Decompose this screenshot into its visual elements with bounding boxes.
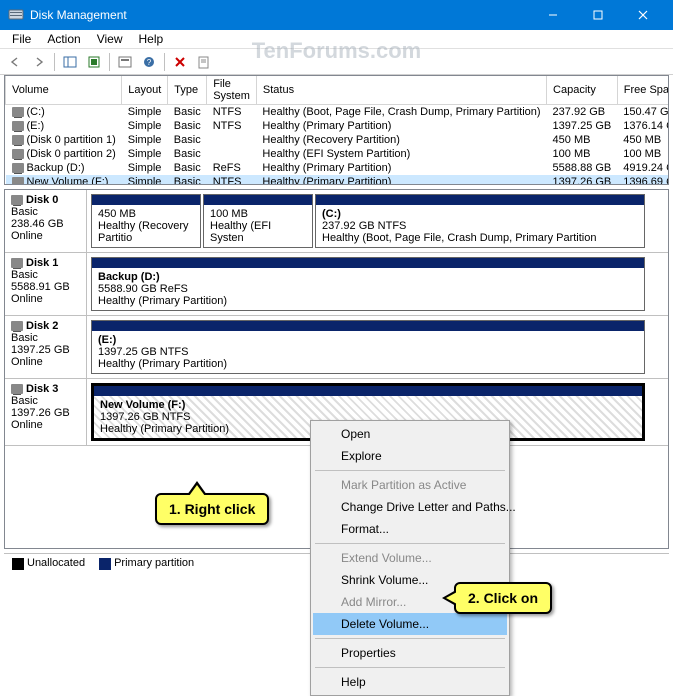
disk-info[interactable]: Disk 0Basic238.46 GBOnline bbox=[5, 190, 87, 252]
menu-item-mark-partition-as-active: Mark Partition as Active bbox=[313, 474, 507, 496]
partition[interactable]: 450 MBHealthy (Recovery Partitio bbox=[91, 194, 201, 248]
col-status[interactable]: Status bbox=[256, 76, 546, 105]
volume-list[interactable]: Volume Layout Type File System Status Ca… bbox=[4, 75, 669, 185]
menu-separator bbox=[315, 667, 505, 668]
col-layout[interactable]: Layout bbox=[122, 76, 168, 105]
menu-bar: File Action View Help bbox=[0, 30, 673, 49]
window-title: Disk Management bbox=[30, 8, 530, 22]
volume-row[interactable]: (C:)SimpleBasicNTFSHealthy (Boot, Page F… bbox=[6, 105, 670, 120]
menu-file[interactable]: File bbox=[4, 30, 39, 48]
volume-row[interactable]: Backup (D:)SimpleBasicReFSHealthy (Prima… bbox=[6, 161, 670, 175]
disk-row: Disk 2Basic1397.25 GBOnline(E:)1397.25 G… bbox=[5, 316, 668, 379]
menu-separator bbox=[315, 543, 505, 544]
menu-separator bbox=[315, 470, 505, 471]
menu-action[interactable]: Action bbox=[39, 30, 88, 48]
context-menu: OpenExplore Mark Partition as ActiveChang… bbox=[310, 420, 510, 696]
menu-item-extend-volume: Extend Volume... bbox=[313, 547, 507, 569]
col-volume[interactable]: Volume bbox=[6, 76, 122, 105]
menu-help[interactable]: Help bbox=[131, 30, 172, 48]
menu-view[interactable]: View bbox=[89, 30, 131, 48]
properties-button[interactable] bbox=[193, 51, 215, 73]
forward-button[interactable] bbox=[28, 51, 50, 73]
close-button[interactable] bbox=[620, 0, 665, 30]
menu-item-change-drive-letter-and-paths[interactable]: Change Drive Letter and Paths... bbox=[313, 496, 507, 518]
menu-item-delete-volume[interactable]: Delete Volume... bbox=[313, 613, 507, 635]
partition[interactable]: (C:)237.92 GB NTFSHealthy (Boot, Page Fi… bbox=[315, 194, 645, 248]
menu-item-explore[interactable]: Explore bbox=[313, 445, 507, 467]
volume-row[interactable]: (E:)SimpleBasicNTFSHealthy (Primary Part… bbox=[6, 119, 670, 133]
col-capacity[interactable]: Capacity bbox=[547, 76, 618, 105]
callout-click-on: 2. Click on bbox=[454, 582, 552, 614]
menu-item-format[interactable]: Format... bbox=[313, 518, 507, 540]
col-free[interactable]: Free Space bbox=[617, 76, 669, 105]
disk-row: Disk 1Basic5588.91 GBOnlineBackup (D:)55… bbox=[5, 253, 668, 316]
partition[interactable]: Backup (D:)5588.90 GB ReFSHealthy (Prima… bbox=[91, 257, 645, 311]
menu-separator bbox=[315, 638, 505, 639]
settings-button[interactable] bbox=[114, 51, 136, 73]
minimize-button[interactable] bbox=[530, 0, 575, 30]
back-button[interactable] bbox=[4, 51, 26, 73]
partition[interactable]: 100 MBHealthy (EFI Systen bbox=[203, 194, 313, 248]
disk-info[interactable]: Disk 2Basic1397.25 GBOnline bbox=[5, 316, 87, 378]
volume-row[interactable]: (Disk 0 partition 1)SimpleBasicHealthy (… bbox=[6, 133, 670, 147]
legend-primary: Primary partition bbox=[99, 557, 194, 569]
svg-text:?: ? bbox=[147, 58, 152, 67]
volume-row[interactable]: (Disk 0 partition 2)SimpleBasicHealthy (… bbox=[6, 147, 670, 161]
disk-row: Disk 0Basic238.46 GBOnline450 MBHealthy … bbox=[5, 190, 668, 253]
show-hide-tree-button[interactable] bbox=[59, 51, 81, 73]
toolbar: ? bbox=[0, 49, 673, 75]
app-icon bbox=[8, 7, 24, 23]
disk-info[interactable]: Disk 3Basic1397.26 GBOnline bbox=[5, 379, 87, 445]
refresh-button[interactable] bbox=[83, 51, 105, 73]
partition[interactable]: (E:)1397.25 GB NTFSHealthy (Primary Part… bbox=[91, 320, 645, 374]
title-bar: Disk Management bbox=[0, 0, 673, 30]
volume-row[interactable]: New Volume (F:)SimpleBasicNTFSHealthy (P… bbox=[6, 175, 670, 185]
col-fs[interactable]: File System bbox=[207, 76, 257, 105]
maximize-button[interactable] bbox=[575, 0, 620, 30]
help-button[interactable]: ? bbox=[138, 51, 160, 73]
menu-item-open[interactable]: Open bbox=[313, 423, 507, 445]
col-type[interactable]: Type bbox=[168, 76, 207, 105]
legend-unallocated: Unallocated bbox=[12, 557, 85, 569]
delete-button[interactable] bbox=[169, 51, 191, 73]
menu-item-help[interactable]: Help bbox=[313, 671, 507, 693]
menu-item-properties[interactable]: Properties bbox=[313, 642, 507, 664]
callout-right-click: 1. Right click bbox=[155, 493, 269, 525]
disk-info[interactable]: Disk 1Basic5588.91 GBOnline bbox=[5, 253, 87, 315]
